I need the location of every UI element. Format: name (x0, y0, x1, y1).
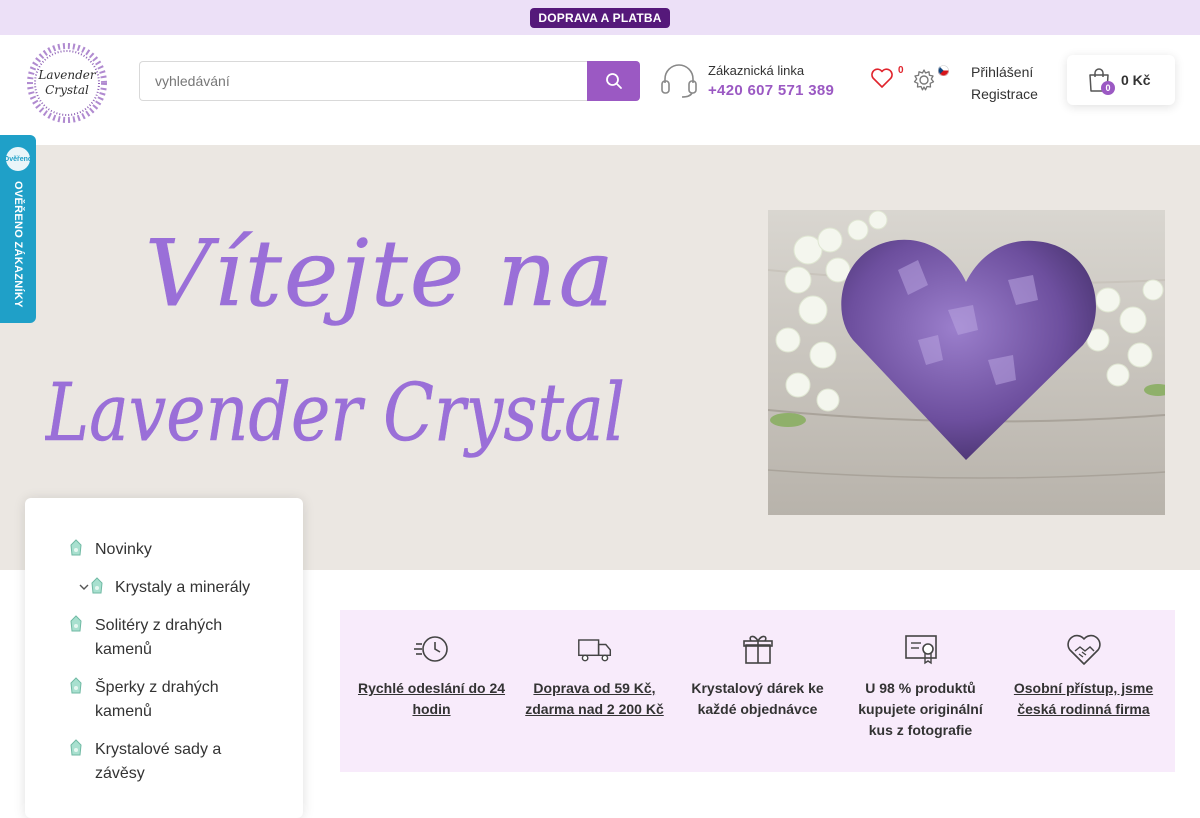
lavender-crystal-logo[interactable]: Lavender Crystal (24, 41, 110, 125)
category-label: Solitéry z drahých kamenů (95, 617, 223, 658)
search-bar (139, 61, 640, 101)
search-input[interactable] (139, 61, 587, 101)
site-header: Lavender Crystal Zákaznická linka +420 6… (0, 35, 1200, 145)
headset-icon (661, 64, 697, 98)
cart-button[interactable]: 0 0 Kč (1067, 55, 1175, 105)
heart-icon (871, 68, 893, 88)
wishlist-button[interactable]: 0 (870, 65, 904, 95)
feature-label: Osobní přístup, jsme česká rodinná firma (1013, 680, 1154, 717)
crystal-icon (70, 739, 82, 756)
cart-total: 0 Kč (1121, 72, 1151, 88)
category-label: Krystalové sady a závěsy (95, 741, 222, 782)
hero-line-1: Vítejte na (145, 220, 616, 327)
gift-icon (742, 635, 773, 664)
category-item-krystaly[interactable]: Krystaly a minerály (25, 576, 303, 600)
chevron-down-icon[interactable] (79, 582, 89, 592)
feature-gift: Krystalový dárek ke každé objednávce (683, 632, 833, 772)
feature-personal-approach[interactable]: Osobní přístup, jsme česká rodinná firma (1009, 632, 1159, 772)
register-link[interactable]: Registrace (971, 83, 1038, 105)
category-label: Novinky (95, 541, 152, 558)
crystal-icon (70, 677, 82, 694)
verified-tab-label: OVĚŘENO ZÁKAZNÍKY (12, 181, 24, 308)
hotline-phone-link[interactable]: +420 607 571 389 (708, 82, 834, 99)
feature-shipping[interactable]: Doprava od 59 Kč, zdarma nad 2 200 Kč (520, 632, 670, 772)
gear-icon[interactable] (912, 68, 936, 92)
account-links: Přihlášení Registrace (971, 61, 1038, 105)
feature-label: U 98 % produktů kupujete originální kus … (858, 680, 983, 738)
wishlist-count: 0 (898, 65, 904, 76)
crystal-icon (91, 577, 103, 594)
category-label: Šperky z drahých kamenů (95, 679, 219, 720)
category-menu: Novinky Krystaly a minerály Solitéry z d… (25, 498, 303, 818)
category-item-solitery[interactable]: Solitéry z drahých kamenů (25, 614, 303, 662)
svg-text:Lavender: Lavender (37, 68, 97, 82)
certificate-icon (904, 635, 937, 665)
login-link[interactable]: Přihlášení (971, 61, 1038, 83)
delivery-truck-icon (577, 639, 611, 662)
handshake-heart-icon (1066, 634, 1101, 665)
verified-badge-icon: Ověřeno (4, 147, 32, 171)
top-announcement-bar: DOPRAVA A PLATBA (0, 0, 1200, 35)
verified-by-customers-tab[interactable]: Ověřeno OVĚŘENO ZÁKAZNÍKY (0, 135, 36, 323)
feature-label: Krystalový dárek ke každé objednávce (691, 680, 824, 717)
svg-text:Crystal: Crystal (45, 83, 89, 97)
customer-hotline: Zákaznická linka +420 607 571 389 (660, 63, 834, 99)
hero-welcome-heading: Vítejte na Lavender Crystal (45, 220, 625, 460)
feature-label: Doprava od 59 Kč, zdarma nad 2 200 Kč (525, 680, 664, 717)
amethyst-heart-image (768, 210, 1165, 515)
feature-original-piece: U 98 % produktů kupujete originální kus … (846, 632, 996, 772)
search-icon (605, 73, 622, 89)
category-item-sperky[interactable]: Šperky z drahých kamenů (25, 676, 303, 724)
feature-label: Rychlé odeslání do 24 hodin (357, 680, 506, 717)
fast-clock-icon (413, 636, 448, 662)
shipping-payment-link[interactable]: DOPRAVA A PLATBA (530, 7, 670, 28)
hotline-title: Zákaznická linka (708, 63, 805, 78)
category-item-sady[interactable]: Krystalové sady a závěsy (25, 738, 303, 786)
search-button[interactable] (587, 61, 640, 101)
crystal-icon (70, 615, 82, 632)
benefits-strip: Rychlé odeslání do 24 hodin Doprava od 5… (340, 610, 1175, 772)
cart-count-badge: 0 (1101, 81, 1115, 95)
category-item-novinky[interactable]: Novinky (25, 538, 303, 562)
hero-line-2: Lavender Crystal (45, 366, 625, 459)
category-label: Krystaly a minerály (115, 579, 251, 596)
czech-flag-icon[interactable] (938, 65, 949, 76)
crystal-icon (70, 539, 82, 556)
feature-fast-dispatch[interactable]: Rychlé odeslání do 24 hodin (357, 632, 507, 772)
